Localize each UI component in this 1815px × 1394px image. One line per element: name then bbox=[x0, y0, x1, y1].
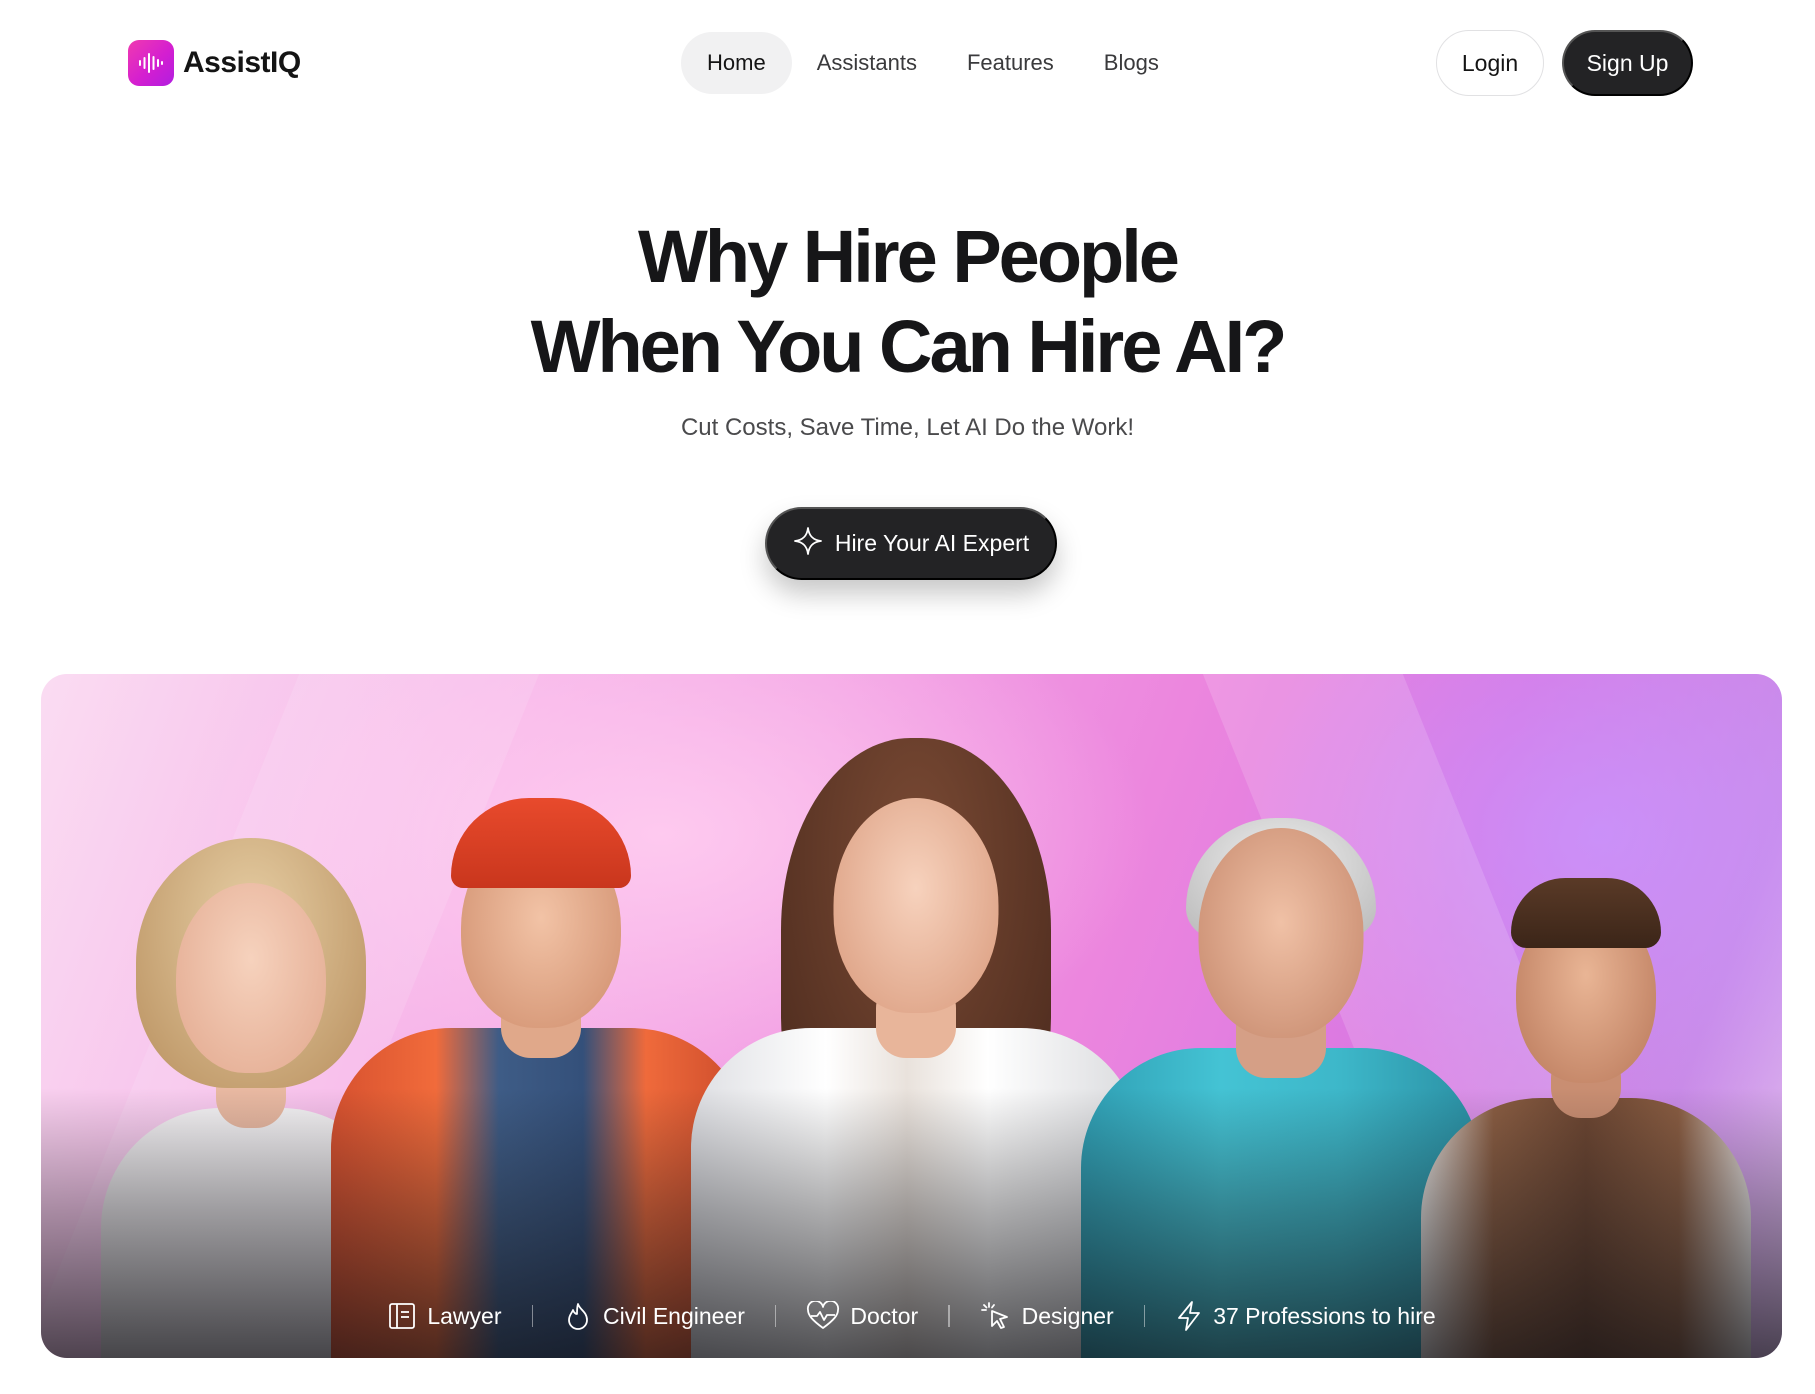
hero-title: Why Hire People When You Can Hire AI? bbox=[0, 212, 1815, 392]
cursor-click-icon bbox=[980, 1301, 1012, 1331]
hero-subtitle: Cut Costs, Save Time, Let AI Do the Work… bbox=[680, 414, 1135, 441]
profession-tags: Lawyer Civil Engineer Doctor Designer 37… bbox=[41, 1300, 1782, 1332]
heartbeat-icon bbox=[806, 1301, 840, 1331]
top-navigation: AssistIQ Home Assistants Features Blogs … bbox=[0, 0, 1815, 125]
cta-label: Hire Your AI Expert bbox=[834, 530, 1030, 556]
sparkle-icon bbox=[793, 526, 823, 562]
tag-professions-count[interactable]: 37 Professions to hire bbox=[1145, 1300, 1465, 1332]
nav-link-blogs[interactable]: Blogs bbox=[1079, 32, 1184, 94]
signup-button[interactable]: Sign Up bbox=[1562, 30, 1693, 96]
tag-label: Doctor bbox=[850, 1302, 919, 1329]
tag-lawyer[interactable]: Lawyer bbox=[357, 1301, 531, 1331]
tag-label: Civil Engineer bbox=[603, 1302, 745, 1329]
audio-wave-icon bbox=[128, 40, 174, 86]
nav-link-home[interactable]: Home bbox=[681, 32, 792, 94]
login-button[interactable]: Login bbox=[1436, 30, 1544, 96]
nav-link-features[interactable]: Features bbox=[942, 32, 1079, 94]
tag-civil-engineer[interactable]: Civil Engineer bbox=[533, 1301, 775, 1331]
tag-doctor[interactable]: Doctor bbox=[776, 1301, 948, 1331]
hero-title-line-2: When You Can Hire AI? bbox=[530, 305, 1288, 388]
document-icon bbox=[387, 1301, 417, 1331]
tag-designer[interactable]: Designer bbox=[950, 1301, 1144, 1331]
professionals-banner: Lawyer Civil Engineer Doctor Designer 37… bbox=[41, 674, 1782, 1358]
tag-label: Designer bbox=[1021, 1302, 1114, 1329]
tag-label: Lawyer bbox=[427, 1302, 502, 1329]
lightning-icon bbox=[1175, 1300, 1203, 1332]
hero-title-line-1: Why Hire People bbox=[638, 215, 1180, 298]
hire-ai-expert-button[interactable]: Hire Your AI Expert bbox=[765, 507, 1057, 580]
brand-name: AssistIQ bbox=[183, 46, 301, 79]
flame-icon bbox=[563, 1301, 593, 1331]
nav-link-assistants[interactable]: Assistants bbox=[792, 32, 942, 94]
tag-label: 37 Professions to hire bbox=[1213, 1302, 1436, 1329]
brand-logo[interactable]: AssistIQ bbox=[128, 40, 301, 86]
main-menu: Home Assistants Features Blogs bbox=[681, 32, 1184, 94]
